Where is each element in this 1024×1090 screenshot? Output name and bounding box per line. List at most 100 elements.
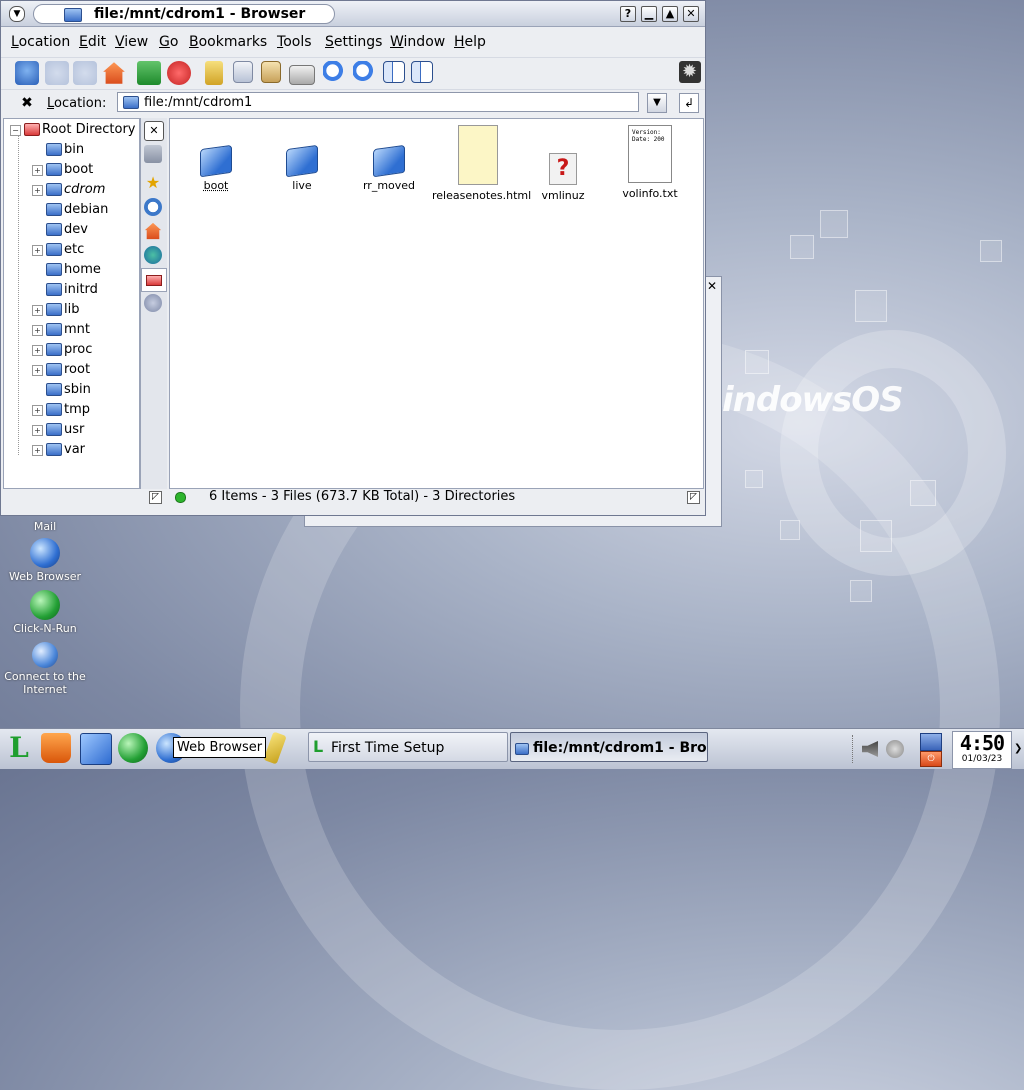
root-folder-icon[interactable]: [141, 268, 167, 292]
menu-settings[interactable]: Settings: [325, 34, 382, 50]
desktop-icon-connect[interactable]: Connect to the Internet: [0, 642, 90, 696]
menu-bookmarks[interactable]: Bookmarks: [189, 34, 267, 50]
help-button[interactable]: ?: [620, 6, 636, 22]
menu-window[interactable]: Window: [390, 34, 445, 50]
services-icon[interactable]: [144, 294, 162, 312]
expand-icon[interactable]: +: [32, 165, 43, 176]
icon-view-icon[interactable]: [383, 61, 405, 83]
view-resize-icon[interactable]: ◸: [687, 491, 700, 504]
minimize-button[interactable]: ▁: [641, 6, 657, 22]
paint-brush-icon[interactable]: [263, 731, 287, 765]
power-icon[interactable]: ⏻: [920, 751, 942, 767]
task-first-time-setup[interactable]: L First Time Setup: [308, 732, 508, 762]
home-icon[interactable]: [103, 62, 125, 84]
file-view: boot live rr_moved releasenotes.html ? v…: [169, 118, 704, 489]
menu-view[interactable]: View: [115, 34, 148, 50]
tree-item-usr[interactable]: + usr: [32, 421, 85, 439]
folder-icon: [286, 144, 318, 178]
file-item-vmlinuz[interactable]: ? vmlinuz: [517, 125, 609, 202]
expand-icon[interactable]: +: [32, 245, 43, 256]
tree-item-dev[interactable]: dev: [46, 221, 88, 239]
task-browser[interactable]: file:/mnt/cdrom1 - Browser: [510, 732, 708, 762]
tools-icon[interactable]: [144, 145, 162, 163]
zoom-out-icon[interactable]: [353, 61, 377, 85]
cut-icon[interactable]: [205, 61, 223, 85]
expand-icon[interactable]: +: [32, 325, 43, 336]
tree-item-boot[interactable]: + boot: [32, 161, 93, 179]
copy-icon[interactable]: [233, 61, 253, 83]
file-item-rr-moved[interactable]: rr_moved: [343, 125, 435, 192]
directory-tree: − Root Directory bin + boot + cdrom debian…: [3, 118, 140, 489]
go-icon[interactable]: ↲: [679, 93, 699, 113]
expand-icon[interactable]: +: [32, 425, 43, 436]
zoom-in-icon[interactable]: [323, 61, 347, 85]
tree-item-tmp[interactable]: + tmp: [32, 401, 90, 419]
sound-icon[interactable]: [886, 740, 904, 758]
tree-item-lib[interactable]: + lib: [32, 301, 79, 319]
tree-item-etc[interactable]: + etc: [32, 241, 84, 259]
location-history-dropdown[interactable]: ▼: [647, 93, 667, 113]
start-menu-icon[interactable]: L: [4, 733, 34, 763]
desktop-icon-web-browser[interactable]: Web Browser: [0, 538, 90, 583]
clock[interactable]: 4:50 01/03/23: [952, 731, 1012, 769]
tree-item-initrd[interactable]: initrd: [46, 281, 98, 299]
back-icon[interactable]: [45, 61, 69, 85]
file-item-boot[interactable]: boot: [170, 125, 262, 192]
tree-item-root[interactable]: + root: [32, 361, 90, 379]
menu-edit[interactable]: Edit: [79, 34, 106, 50]
expand-icon[interactable]: +: [32, 345, 43, 356]
stop-icon[interactable]: [167, 61, 191, 85]
tree-item-bin[interactable]: bin: [46, 141, 84, 159]
desktop-icon-click-n-run[interactable]: Click-N-Run: [0, 590, 90, 635]
click-n-run-icon[interactable]: [118, 733, 148, 763]
volume-icon[interactable]: [862, 741, 878, 757]
expand-icon[interactable]: +: [32, 445, 43, 456]
up-icon[interactable]: [15, 61, 39, 85]
location-field[interactable]: [117, 92, 639, 112]
tree-item-proc[interactable]: + proc: [32, 341, 92, 359]
expand-icon[interactable]: +: [32, 365, 43, 376]
tree-item-debian[interactable]: debian: [46, 201, 108, 219]
reload-icon[interactable]: [137, 61, 161, 85]
bookmarks-icon[interactable]: ★: [144, 174, 162, 192]
close-sidebar-icon[interactable]: ✕: [144, 121, 164, 141]
file-item-releasenotes[interactable]: releasenotes.html: [432, 125, 531, 202]
clear-location-icon[interactable]: ✖: [19, 95, 35, 111]
tree-item-sbin[interactable]: sbin: [46, 381, 91, 399]
tree-item-label: usr: [64, 422, 85, 437]
home-folder-icon[interactable]: [144, 222, 162, 240]
expand-icon[interactable]: +: [32, 405, 43, 416]
tree-item-cdrom[interactable]: + cdrom: [32, 181, 105, 199]
menu-location[interactable]: Location: [11, 34, 70, 50]
print-icon[interactable]: [289, 65, 315, 85]
window-menu-button[interactable]: ▼: [9, 6, 25, 22]
file-item-live[interactable]: live: [256, 125, 348, 192]
tree-resize-icon[interactable]: ◸: [149, 491, 162, 504]
tray-expand-icon[interactable]: ❯: [1014, 743, 1022, 754]
forward-icon[interactable]: [73, 61, 97, 85]
close-icon[interactable]: ✕: [705, 279, 719, 293]
history-icon[interactable]: [144, 198, 162, 216]
desktop-icon-mail[interactable]: Mail: [0, 520, 90, 533]
expand-icon[interactable]: +: [32, 305, 43, 316]
life-vest-icon[interactable]: [41, 733, 71, 763]
menu-go[interactable]: Go: [159, 34, 178, 50]
tree-item-mnt[interactable]: + mnt: [32, 321, 90, 339]
close-button[interactable]: ✕: [683, 6, 699, 22]
tree-item-var[interactable]: + var: [32, 441, 85, 459]
title-bar[interactable]: ▼ file:/mnt/cdrom1 - Browser ? ▁ ▲ ✕: [1, 1, 705, 27]
tree-root[interactable]: − Root Directory: [10, 121, 136, 139]
menu-tools[interactable]: Tools: [277, 34, 312, 50]
location-input[interactable]: [142, 94, 626, 111]
tree-item-home[interactable]: home: [46, 261, 101, 279]
maximize-button[interactable]: ▲: [662, 6, 678, 22]
paste-icon[interactable]: [261, 61, 281, 83]
lock-icon[interactable]: [920, 733, 942, 751]
cube-icon[interactable]: [80, 733, 112, 765]
collapse-icon[interactable]: −: [10, 125, 21, 136]
detail-view-icon[interactable]: [411, 61, 433, 83]
file-item-volinfo[interactable]: Version: Date: 200 volinfo.txt: [604, 125, 696, 200]
menu-help[interactable]: Help: [454, 34, 486, 50]
expand-icon[interactable]: +: [32, 185, 43, 196]
network-icon[interactable]: [144, 246, 162, 264]
